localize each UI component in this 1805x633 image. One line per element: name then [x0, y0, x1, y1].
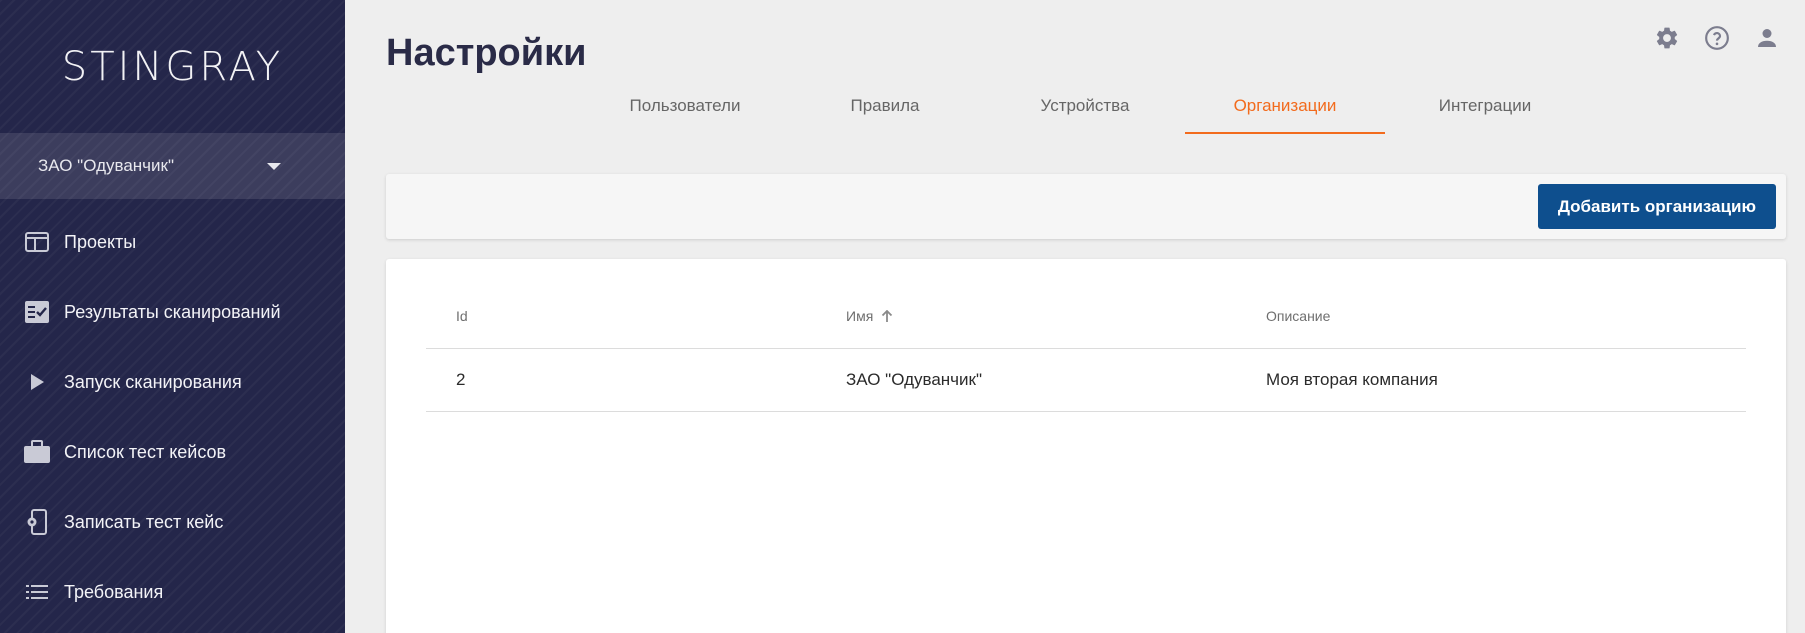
column-header-description[interactable]: Описание — [1266, 308, 1746, 324]
sidebar-item-label: Проекты — [64, 231, 137, 252]
cell-name: ЗАО "Одуванчик" — [846, 370, 982, 389]
sidebar-item-label: Записать тест кейс — [64, 511, 224, 532]
table-header: Id Имя Описание — [426, 284, 1746, 349]
tab-rules[interactable]: Правила — [785, 78, 985, 134]
list-icon — [24, 579, 50, 605]
user-icon[interactable] — [1753, 24, 1781, 52]
play-icon — [24, 369, 50, 395]
sidebar-item-projects[interactable]: Проекты — [0, 207, 345, 277]
sidebar-item-label: Требования — [64, 581, 164, 602]
sidebar-nav: Проекты Результаты сканирований Запуск с… — [0, 207, 345, 627]
help-icon[interactable] — [1703, 24, 1731, 52]
organizations-table: Id Имя Описание 2 ЗАО "Одуванчик" Моя вт… — [426, 284, 1746, 412]
sidebar: STINGRAY ЗАО "Одуванчик" Проекты Результ… — [0, 0, 345, 633]
tab-users[interactable]: Пользователи — [585, 78, 785, 134]
organization-select-value: ЗАО "Одуванчик" — [38, 156, 174, 175]
main-content: Настройки Пользователи Правила Устройств… — [345, 0, 1805, 633]
sidebar-item-record-test-case[interactable]: Записать тест кейс — [0, 487, 345, 557]
sidebar-item-test-cases[interactable]: Список тест кейсов — [0, 417, 345, 487]
sidebar-item-scan-results[interactable]: Результаты сканирований — [0, 277, 345, 347]
cell-description: Моя вторая компания — [1266, 370, 1438, 389]
cell-id: 2 — [456, 370, 466, 389]
sidebar-item-label: Список тест кейсов — [64, 441, 227, 462]
phone-record-icon — [24, 509, 50, 535]
column-header-id[interactable]: Id — [426, 308, 846, 324]
briefcase-icon — [24, 439, 50, 465]
table-row[interactable]: 2 ЗАО "Одуванчик" Моя вторая компания — [426, 349, 1746, 412]
page-title: Настройки — [386, 32, 587, 74]
sidebar-item-run-scan[interactable]: Запуск сканирования — [0, 347, 345, 417]
settings-tabs: Пользователи Правила Устройства Организа… — [585, 78, 1585, 134]
caret-down-icon — [267, 162, 281, 170]
sidebar-item-label: Результаты сканирований — [64, 301, 281, 322]
gear-icon[interactable] — [1653, 24, 1681, 52]
add-organization-button[interactable]: Добавить организацию — [1537, 184, 1776, 229]
tab-devices[interactable]: Устройства — [985, 78, 1185, 134]
header-actions — [1653, 24, 1781, 52]
sort-ascending-icon — [881, 309, 893, 323]
tab-integrations[interactable]: Интеграции — [1385, 78, 1585, 134]
column-header-name[interactable]: Имя — [846, 308, 1266, 324]
organization-select[interactable]: ЗАО "Одуванчик" — [0, 133, 345, 199]
projects-icon — [24, 229, 50, 255]
organizations-toolbar: Добавить организацию — [386, 174, 1786, 239]
sidebar-item-requirements[interactable]: Требования — [0, 557, 345, 627]
scan-results-icon — [24, 299, 50, 325]
sidebar-item-label: Запуск сканирования — [64, 371, 242, 392]
column-header-name-label: Имя — [846, 308, 874, 324]
tab-organizations[interactable]: Организации — [1185, 78, 1385, 134]
organizations-table-card: Id Имя Описание 2 ЗАО "Одуванчик" Моя вт… — [386, 259, 1786, 633]
app-logo: STINGRAY — [61, 43, 284, 90]
